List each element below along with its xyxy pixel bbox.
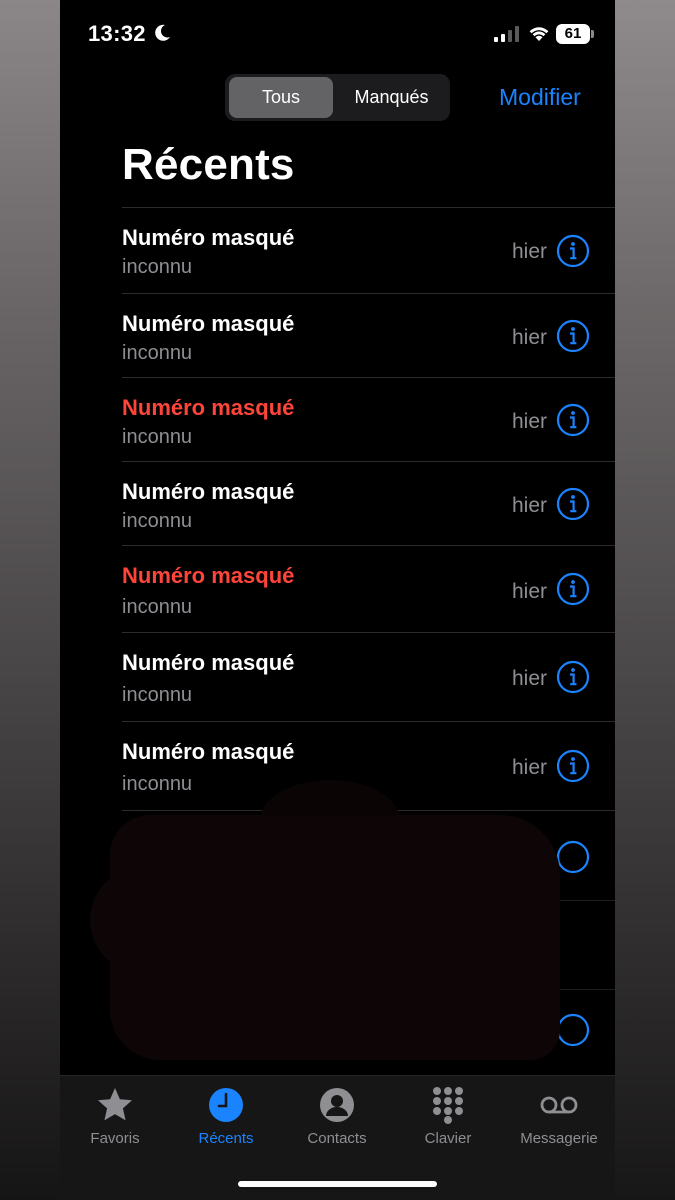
filter-segmented-control: Tous Manqués [225,74,450,121]
call-time: hier [511,326,547,349]
status-time: 13:32 [88,21,146,46]
call-row[interactable]: Numéro masqué inconnu hier [122,293,615,377]
call-row-missed[interactable]: Numéro masqué inconnu hier [122,377,615,461]
call-row[interactable]: Numéro masqué inconnu hier [122,461,615,545]
call-row[interactable]: Numéro masqué inconnu hier [122,632,615,721]
redaction-scribble [90,860,230,980]
home-indicator[interactable] [238,1181,437,1187]
moon-icon [155,24,170,41]
caller-name: Numéro masqué [122,650,295,675]
tab-favorites[interactable]: Favoris [60,1086,170,1147]
caller-label: inconnu [122,773,193,795]
caller-name: Numéro masqué [122,479,295,504]
caller-label: inconnu [122,426,193,448]
call-time: hier [511,756,547,779]
status-bar: 13:32 61 [60,0,615,70]
phone-screen: 13:32 61 Tous Manqués Modifier Récents N… [60,0,615,1200]
battery-level: 61 [556,24,590,44]
call-time: hier [511,667,547,690]
caller-name: Numéro masqué [122,395,295,420]
call-time: hier [511,494,547,517]
tab-label: Messagerie [520,1130,598,1147]
info-icon[interactable] [556,660,590,694]
cellular-signal-icon [494,26,519,42]
background-right [615,0,675,1200]
keypad-icon [433,1087,463,1124]
caller-name: Numéro masqué [122,311,295,336]
voicemail-icon [540,1096,578,1114]
battery-tip [591,30,594,38]
battery-indicator: 61 [556,24,594,44]
tab-contacts[interactable]: Contacts [282,1086,392,1147]
info-icon-partially-hidden[interactable] [556,1013,590,1047]
caller-label: inconnu [122,684,193,706]
info-icon[interactable] [556,234,590,268]
info-icon-partially-hidden[interactable] [556,840,590,874]
filter-all-tab[interactable]: Tous [229,77,333,118]
caller-label: inconnu [122,342,193,364]
call-time: hier [511,410,547,433]
wifi-icon [529,27,549,41]
clock-icon [209,1088,243,1122]
star-icon [98,1088,132,1121]
call-row[interactable]: Numéro masqué inconnu hier [122,207,615,293]
call-row-missed[interactable]: Numéro masqué inconnu hier [122,545,615,632]
edit-button[interactable]: Modifier [499,84,581,111]
call-time: hier [511,240,547,263]
filter-missed-tab[interactable]: Manqués [337,77,446,118]
caller-label: inconnu [122,510,193,532]
caller-label: inconnu [122,596,193,618]
info-icon[interactable] [556,749,590,783]
caller-name: Numéro masqué [122,563,295,588]
tab-label: Clavier [424,1130,472,1147]
tab-label: Favoris [90,1130,140,1147]
caller-name: Numéro masqué [122,225,295,250]
tab-recents[interactable]: Récents [171,1086,281,1147]
tab-label: Contacts [307,1130,367,1147]
tab-bar: Favoris Récents Contacts Clavier Message… [60,1075,615,1200]
caller-label: inconnu [122,256,193,278]
recents-list: Numéro masqué inconnu hier Numéro masqué… [122,207,615,811]
background-left [0,0,60,1200]
info-icon[interactable] [556,319,590,353]
info-icon[interactable] [556,403,590,437]
page-title: Récents [122,140,295,189]
info-icon[interactable] [556,572,590,606]
tab-keypad[interactable]: Clavier [393,1086,503,1147]
info-icon[interactable] [556,487,590,521]
person-icon [320,1088,354,1122]
caller-name: Numéro masqué [122,739,295,764]
tab-label: Récents [198,1130,254,1147]
tab-voicemail[interactable]: Messagerie [504,1086,614,1147]
call-time: hier [511,580,547,603]
